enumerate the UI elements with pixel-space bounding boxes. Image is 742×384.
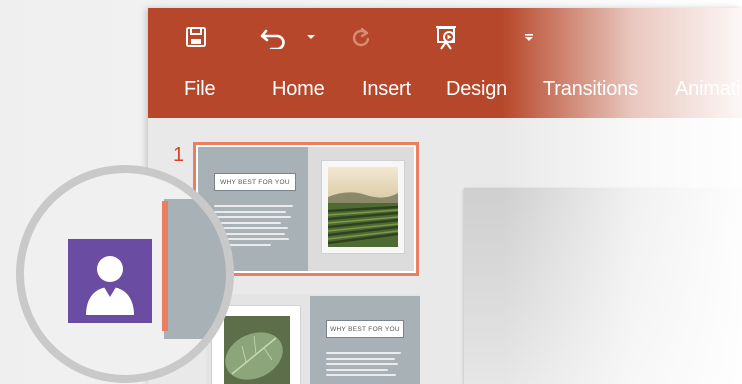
slide-body-text [326,352,404,380]
undo-button[interactable] [258,22,292,52]
workspace: 1 WHY BEST FOR YOU WHY BEST FOR YOU [148,118,742,384]
ribbon-tabs: File Home Insert Design Transitions Anim… [148,68,742,112]
slide-text-panel: WHY BEST FOR YOU [310,296,420,384]
tab-home[interactable]: Home [272,78,325,101]
avatar-circle [16,165,234,383]
tab-design[interactable]: Design [446,78,507,101]
tab-insert[interactable]: Insert [362,78,411,101]
slide-number: 1 [173,144,185,166]
ribbon: File Home Insert Design Transitions Anim… [148,8,742,118]
leaf-photo [224,316,290,384]
slide-title: WHY BEST FOR YOU [326,320,404,338]
save-button[interactable] [182,22,210,52]
tab-transitions[interactable]: Transitions [543,78,638,101]
user-icon [86,256,134,315]
slide-image-panel [308,147,414,271]
redo-button[interactable] [346,22,376,52]
powerpoint-window: File Home Insert Design Transitions Anim… [148,8,742,384]
avatar [68,239,152,323]
present-from-beginning-button[interactable] [430,22,462,52]
save-icon [186,27,206,47]
undo-dropdown-icon [307,35,315,39]
slide-selection-border [162,201,168,331]
quick-access-toolbar [148,8,742,66]
slide-title: WHY BEST FOR YOU [214,173,296,191]
tab-file[interactable]: File [184,78,216,101]
slide-thumbnail-2[interactable]: WHY BEST FOR YOU [206,294,420,384]
main-slide-canvas[interactable] [464,188,742,384]
tab-animations[interactable]: Animati [675,78,740,101]
undo-dropdown-button[interactable] [304,22,318,52]
photo-frame [322,161,404,253]
undo-icon [260,29,285,49]
present-from-beginning-icon [436,26,456,50]
redo-icon [352,27,370,47]
slide-thumbnail-peek [164,199,226,339]
customize-quick-access-button[interactable] [522,22,536,52]
vineyard-photo [328,167,398,247]
customize-quick-access-icon [525,34,533,41]
